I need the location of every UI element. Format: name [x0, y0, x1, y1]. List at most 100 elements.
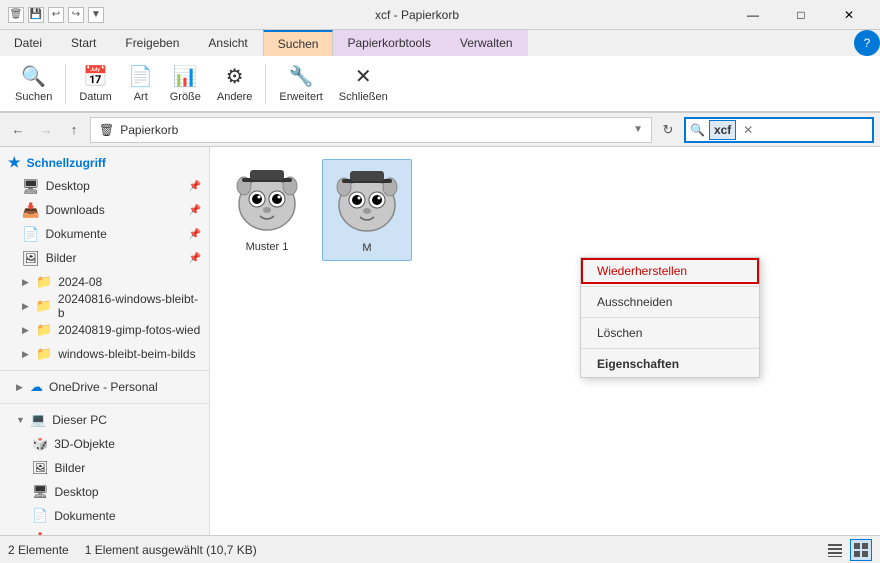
close-button[interactable]: ✕: [826, 0, 872, 30]
close-search-icon: ✕: [355, 64, 372, 89]
up-button[interactable]: ↑: [62, 118, 86, 142]
cmd-more[interactable]: ⚙ Andere: [210, 59, 259, 108]
sidebar-item-dokumente[interactable]: 📄 Dokumente 📌: [0, 222, 209, 246]
sidebar-item-bilder2[interactable]: 🖼 Bilder: [0, 456, 209, 480]
status-bar: 2 Elemente 1 Element ausgewählt (10,7 KB…: [0, 535, 880, 563]
context-item-wiederherstellen[interactable]: Wiederherstellen: [581, 258, 759, 284]
pin-icon: 📌: [189, 205, 201, 216]
sidebar-item-desktop2[interactable]: 🖥 Desktop: [0, 480, 209, 504]
address-path[interactable]: 🗑 Papierkorb ▼: [90, 117, 652, 143]
app-icon: 🗑: [8, 7, 24, 23]
sidebar-item-3d[interactable]: 🎲 3D-Objekte: [0, 432, 209, 456]
minimize-button[interactable]: —: [730, 0, 776, 30]
cmd-label: Suchen: [15, 91, 52, 103]
forward-button[interactable]: →: [34, 118, 58, 142]
main-area: ★ Schnellzugriff 🖥 Desktop 📌 📥 Downloads…: [0, 147, 880, 535]
cmd-date[interactable]: 📅 Datum: [72, 59, 118, 108]
folder-icon: 📁: [36, 274, 52, 290]
sidebar-divider-1: [0, 370, 209, 371]
file-item-muster1[interactable]: Muster 1: [222, 159, 312, 259]
cmd-type[interactable]: 📄 Art: [121, 59, 161, 108]
details-view-icon: [827, 542, 843, 558]
title-bar: 🗑 💾 ↩ ↪ ▼ xcf - Papierkorb — □ ✕: [0, 0, 880, 30]
sidebar-folder-f3[interactable]: ▶ 📁 windows-bleibt-beim-bilds: [0, 342, 209, 366]
file-label-muster2: M: [362, 242, 371, 254]
search-clear-button[interactable]: ✕: [736, 123, 760, 137]
folder-label: 2024-08: [58, 275, 102, 289]
gimp-face-svg: [232, 166, 302, 236]
sidebar-this-pc[interactable]: ▼ 💻 Dieser PC: [0, 408, 209, 432]
folder-label: 20240816-windows-bleibt-b: [58, 292, 201, 320]
dokumente-icon: 📄: [22, 226, 39, 243]
pin-icon: 📌: [189, 229, 201, 240]
quick-access-header[interactable]: ★ Schnellzugriff: [0, 151, 209, 174]
ribbon-commands: 🔍 Suchen 📅 Datum 📄 Art 📊 Größe ⚙ Andere …: [0, 56, 880, 112]
context-separator-2: [581, 317, 759, 318]
quick-access-2[interactable]: ↩: [48, 7, 64, 23]
quick-access-1[interactable]: 💾: [28, 7, 44, 23]
pc-icon: 💻: [30, 412, 46, 428]
ribbon-tabs: Datei Start Freigeben Ansicht Suchen Pap…: [0, 30, 880, 56]
back-button[interactable]: ←: [6, 118, 30, 142]
tab-datei[interactable]: Datei: [0, 30, 57, 56]
view-details-button[interactable]: [824, 539, 846, 561]
refresh-button[interactable]: ↻: [656, 118, 680, 142]
cmd-search-location[interactable]: 🔍 Suchen: [8, 59, 59, 108]
search-box: 🔍 xcf ✕: [684, 117, 874, 143]
files-grid: Muster 1: [222, 159, 868, 261]
tab-freigeben[interactable]: Freigeben: [111, 30, 194, 56]
collapse-icon: ▶: [16, 382, 28, 393]
sidebar-item-bilder[interactable]: 🖼 Bilder 📌: [0, 246, 209, 270]
item-label: 3D-Objekte: [54, 437, 115, 451]
help-button[interactable]: ?: [854, 30, 880, 56]
tab-papierkorbtools[interactable]: Papierkorbtools: [333, 30, 445, 56]
tab-start[interactable]: Start: [57, 30, 111, 56]
sidebar-folder-f2[interactable]: ▶ 📁 20240819-gimp-fotos-wied: [0, 318, 209, 342]
context-separator-3: [581, 348, 759, 349]
sidebar-item-desktop[interactable]: 🖥 Desktop 📌: [0, 174, 209, 198]
view-large-icons-button[interactable]: [850, 539, 872, 561]
onedrive-label: OneDrive - Personal: [49, 380, 158, 394]
separator-2: [265, 64, 266, 104]
sidebar-folder-f1[interactable]: ▶ 📁 20240816-windows-bleibt-b: [0, 294, 209, 318]
sidebar-item-downloads[interactable]: 📥 Downloads 📌: [0, 198, 209, 222]
context-item-ausschneiden[interactable]: Ausschneiden: [581, 289, 759, 315]
folder-icon: 📁: [36, 346, 52, 362]
folder-icon: 📁: [36, 322, 52, 338]
size-icon: 📊: [173, 64, 198, 89]
pin-icon: 📌: [189, 253, 201, 264]
cmd-label: Andere: [217, 91, 252, 103]
cmd-label: Datum: [79, 91, 111, 103]
downloads2-icon: 📥: [32, 532, 48, 535]
context-item-eigenschaften[interactable]: Eigenschaften: [581, 351, 759, 377]
file-label-muster1: Muster 1: [246, 241, 289, 253]
sidebar-item-dokumente2[interactable]: 📄 Dokumente: [0, 504, 209, 528]
tab-verwalten[interactable]: Verwalten: [446, 30, 528, 56]
sidebar-item-downloads2[interactable]: 📥 Downloads: [0, 528, 209, 535]
cmd-size[interactable]: 📊 Größe: [163, 59, 208, 108]
quick-access-dropdown[interactable]: ▼: [88, 7, 104, 23]
status-selected: 1 Element ausgewählt (10,7 KB): [85, 543, 257, 557]
cmd-close-search[interactable]: ✕ Schließen: [332, 59, 395, 108]
cmd-advanced[interactable]: 🔧 Erweitert: [272, 59, 329, 108]
folder-label: windows-bleibt-beim-bilds: [58, 347, 195, 361]
sidebar-folder-2024-08[interactable]: ▶ 📁 2024-08: [0, 270, 209, 294]
pin-icon: 📌: [189, 181, 201, 192]
path-text: Papierkorb: [120, 123, 178, 137]
tab-ansicht[interactable]: Ansicht: [194, 30, 262, 56]
item-label: Dokumente: [54, 509, 115, 523]
search-query-text: xcf: [709, 120, 736, 140]
item-label: Bilder: [55, 461, 86, 475]
star-icon: ★: [8, 154, 21, 171]
cmd-label: Art: [134, 91, 148, 103]
context-item-loeschen[interactable]: Löschen: [581, 320, 759, 346]
tab-suchen[interactable]: Suchen: [263, 30, 334, 56]
chevron-down-icon: ▼: [633, 124, 643, 135]
file-item-muster2[interactable]: M: [322, 159, 412, 261]
sidebar: ★ Schnellzugriff 🖥 Desktop 📌 📥 Downloads…: [0, 147, 210, 535]
desktop2-icon: 🖥: [32, 484, 49, 500]
maximize-button[interactable]: □: [778, 0, 824, 30]
3d-icon: 🎲: [32, 436, 48, 452]
quick-access-3[interactable]: ↪: [68, 7, 84, 23]
sidebar-onedrive[interactable]: ▶ ☁ OneDrive - Personal: [0, 375, 209, 399]
